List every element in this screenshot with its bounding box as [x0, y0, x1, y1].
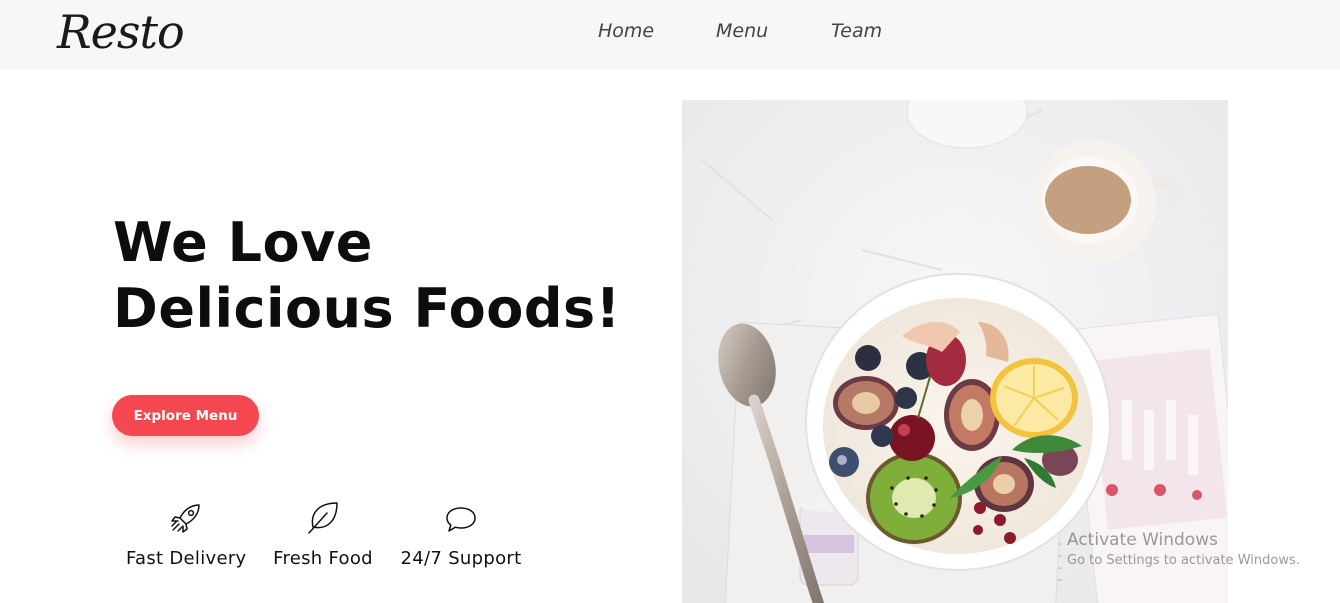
hero-title: We Love Delicious Foods! [113, 210, 633, 342]
navbar: Resto Home Menu Team [0, 0, 1340, 70]
feature-label: Fast Delivery [126, 548, 247, 569]
feature-label: 24/7 Support [400, 548, 522, 569]
logo[interactable]: Resto [57, 2, 185, 62]
activate-windows-watermark: Activate Windows Go to Settings to activ… [1067, 530, 1300, 568]
watermark-subtitle: Go to Settings to activate Windows. [1067, 553, 1300, 568]
watermark-title: Activate Windows [1067, 530, 1218, 550]
rocket-icon [171, 504, 200, 533]
hero-title-line-1: We Love [113, 211, 373, 274]
nav-link-menu[interactable]: Menu [716, 17, 768, 45]
feature-label: Fresh Food [273, 548, 373, 569]
nav-link-home[interactable]: Home [598, 17, 654, 45]
leaf-icon [308, 502, 338, 534]
nav-link-team[interactable]: Team [831, 17, 882, 45]
feature-fresh-food: Fresh Food [271, 500, 375, 569]
chat-bubble-icon [446, 507, 476, 532]
feature-support: 24/7 Support [400, 500, 522, 569]
hero-title-line-2: Delicious Foods! [113, 277, 621, 340]
feature-fast-delivery: Fast Delivery [126, 500, 246, 569]
hero-food-image [682, 100, 1228, 603]
food-bowl-illustration [682, 100, 1228, 603]
explore-menu-button[interactable]: Explore Menu [112, 395, 259, 436]
